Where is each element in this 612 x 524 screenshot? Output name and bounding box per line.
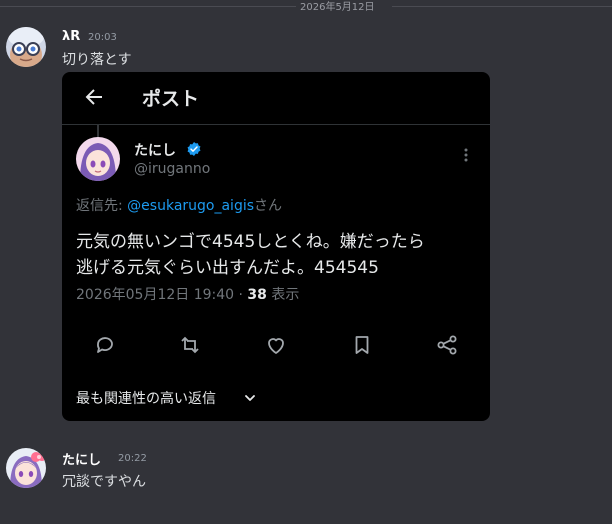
avatar-lr[interactable] — [6, 27, 46, 67]
reply-icon[interactable] — [93, 333, 117, 357]
most-relevant-replies[interactable]: 最も関連性の高い返信 — [76, 388, 216, 408]
post-body-line-2: 逃げる元気ぐらい出すんだよ。454545 — [76, 258, 379, 278]
username-lr[interactable]: λR — [62, 29, 80, 44]
timestamp-tanishi: 20:22 — [118, 453, 147, 464]
post-header-title: ポスト — [142, 88, 200, 110]
username-tanishi[interactable]: たにし — [62, 449, 101, 468]
share-icon[interactable] — [435, 333, 459, 357]
message-text-lr: 切り落とす — [62, 52, 132, 68]
post-views-count: 38 — [247, 287, 267, 303]
post-display-name[interactable]: たにし — [134, 140, 176, 160]
post-views-label: 表示 — [266, 287, 300, 303]
more-options-icon[interactable] — [464, 148, 468, 162]
timestamp-lr: 20:03 — [88, 32, 117, 43]
back-arrow-icon[interactable] — [82, 85, 106, 109]
post-timestamp[interactable]: 2026年05月12日 19:40 · — [76, 287, 247, 303]
chevron-down-icon[interactable] — [243, 391, 257, 405]
divider-line-right — [392, 6, 612, 7]
date-divider-label: 2026年5月12日 — [300, 2, 375, 13]
post-handle[interactable]: @iruganno — [134, 161, 210, 177]
date-divider: 2026年5月12日 — [0, 0, 612, 13]
embedded-post[interactable]: ポスト たにし @iruganno 返信先: @esukarugo_aigisさ… — [62, 72, 490, 421]
reply-to-suffix: さん — [254, 198, 283, 214]
post-body-line-1: 元気の無いンゴで4545しとくね。嫌だったら — [76, 232, 425, 252]
post-header: ポスト — [62, 72, 490, 125]
reply-mention-link[interactable]: @esukarugo_aigis — [127, 198, 254, 214]
reply-to-prefix: 返信先: — [76, 198, 128, 214]
repost-icon[interactable] — [178, 333, 202, 357]
reply-to-line: 返信先: @esukarugo_aigisさん — [76, 195, 282, 215]
divider-line-left — [0, 6, 296, 7]
thread-line — [97, 125, 99, 137]
message-text-tanishi: 冗談ですやん — [62, 474, 146, 490]
post-author-avatar[interactable] — [76, 137, 120, 181]
like-icon[interactable] — [264, 333, 288, 357]
avatar-tanishi[interactable] — [6, 448, 46, 488]
bookmark-icon[interactable] — [350, 333, 374, 357]
post-action-bar — [62, 330, 490, 360]
post-meta: 2026年05月12日 19:40 · 38 表示 — [76, 284, 299, 304]
verified-badge-icon — [187, 142, 201, 156]
